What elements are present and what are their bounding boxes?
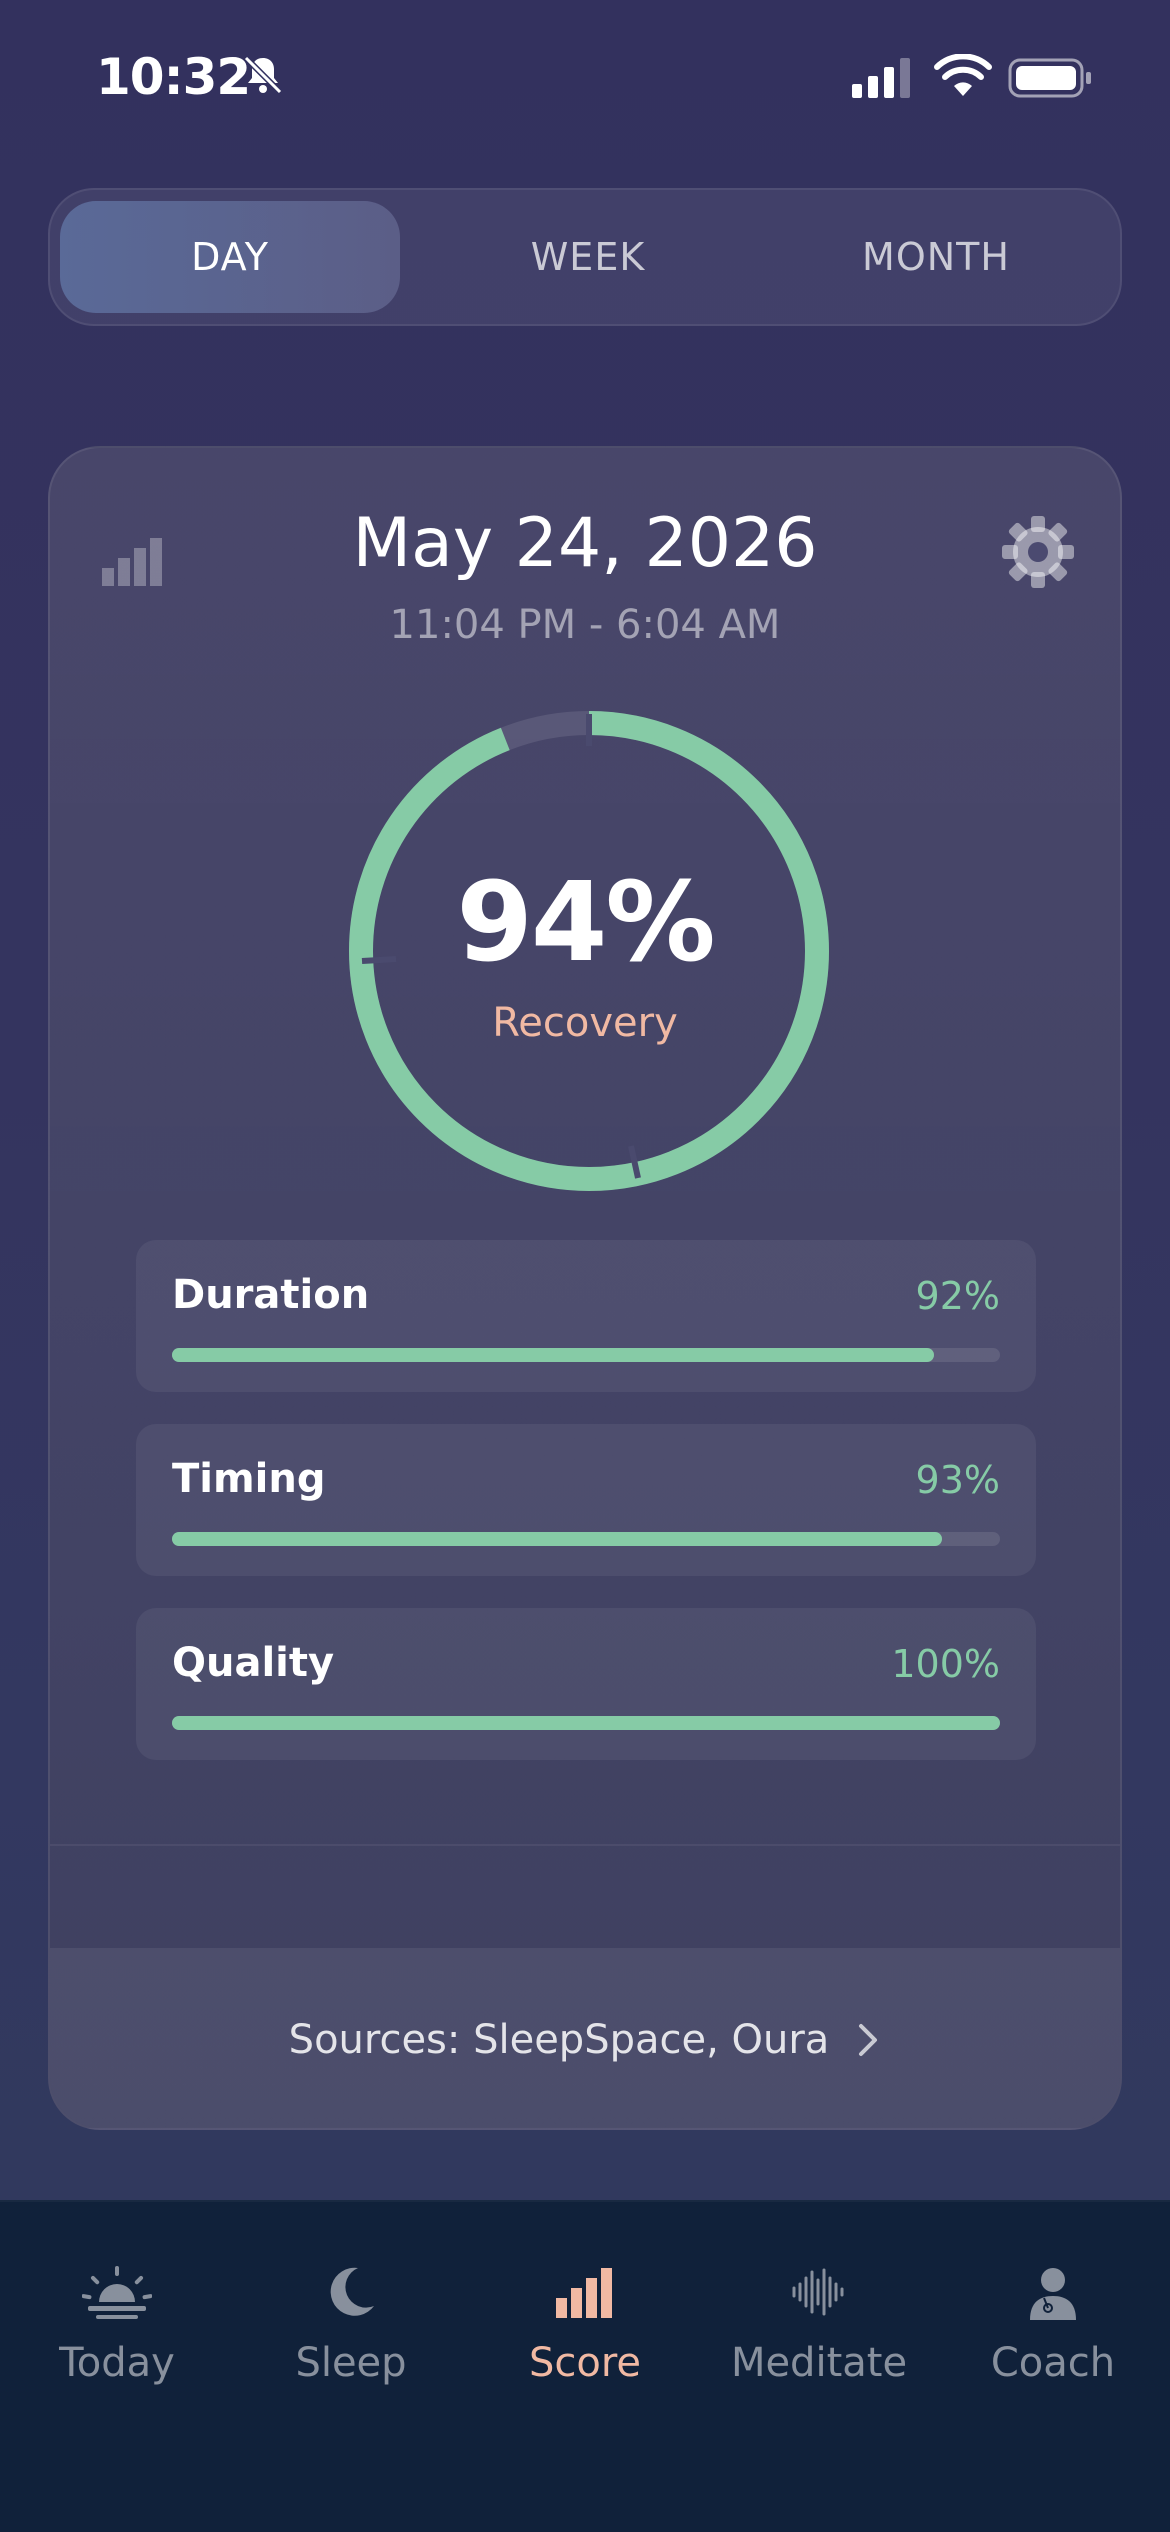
- sources-button[interactable]: Sources: SleepSpace, Oura: [50, 1948, 1120, 2128]
- metric-progress-track: [172, 1532, 1000, 1546]
- metric-progress-track: [172, 1348, 1000, 1362]
- segment-day[interactable]: DAY: [60, 201, 400, 313]
- tab-bar: Today Sleep Score Meditate Coach: [0, 2200, 1170, 2532]
- metric-quality: Quality 100%: [136, 1608, 1036, 1760]
- tab-label: Today: [59, 2340, 175, 2386]
- status-time: 10:32: [96, 48, 251, 106]
- metric-progress-fill: [172, 1532, 943, 1546]
- metric-progress-track: [172, 1716, 1000, 1730]
- recovery-score-value: 94%: [456, 858, 715, 986]
- bell-slash-icon: [243, 55, 283, 95]
- metric-value: 100%: [891, 1642, 1000, 1686]
- metric-name: Timing: [172, 1456, 326, 1502]
- tab-label: Meditate: [730, 2340, 908, 2386]
- tab-sleep[interactable]: Sleep: [234, 2262, 468, 2386]
- tab-coach[interactable]: Coach: [936, 2262, 1170, 2386]
- tab-label: Coach: [990, 2340, 1116, 2386]
- bar-chart-icon: [556, 2268, 612, 2318]
- metric-timing: Timing 93%: [136, 1424, 1036, 1576]
- tab-today[interactable]: Today: [0, 2262, 234, 2386]
- coach-person-icon: [1030, 2268, 1076, 2320]
- metric-duration: Duration 92%: [136, 1240, 1036, 1392]
- metric-progress-fill: [172, 1716, 1000, 1730]
- sleep-time-range: 11:04 PM - 6:04 AM: [389, 602, 781, 648]
- metric-name: Duration: [172, 1272, 370, 1318]
- recovery-label: Recovery: [492, 1000, 678, 1046]
- metric-value: 92%: [915, 1274, 1000, 1318]
- metric-progress-fill: [172, 1348, 934, 1362]
- tab-meditate[interactable]: Meditate: [702, 2262, 936, 2386]
- sources-label: Sources: SleepSpace, Oura: [288, 2017, 830, 2063]
- card-divider: [50, 1844, 1120, 1846]
- score-card: May 24, 2026 11:04 PM - 6:04 AM 94% Reco…: [48, 446, 1122, 2130]
- segment-week[interactable]: WEEK: [414, 201, 762, 313]
- metric-value: 93%: [915, 1458, 1000, 1502]
- status-bar: 10:32: [0, 0, 1170, 150]
- chevron-right-icon: [859, 2024, 878, 2056]
- date-title: May 24, 2026: [352, 504, 818, 583]
- cellular-signal-icon: [852, 58, 910, 98]
- battery-icon: [1008, 58, 1091, 98]
- tab-label: Sleep: [295, 2340, 407, 2386]
- wifi-icon: [934, 54, 992, 96]
- segment-month[interactable]: MONTH: [762, 201, 1110, 313]
- sunrise-icon: [82, 2266, 152, 2319]
- sound-wave-icon: [792, 2268, 844, 2316]
- tab-score[interactable]: Score: [468, 2262, 702, 2386]
- period-segmented-control: DAY WEEK MONTH: [48, 188, 1122, 326]
- metric-name: Quality: [172, 1640, 335, 1686]
- tab-label: Score: [528, 2340, 642, 2386]
- moon-icon: [330, 2267, 374, 2316]
